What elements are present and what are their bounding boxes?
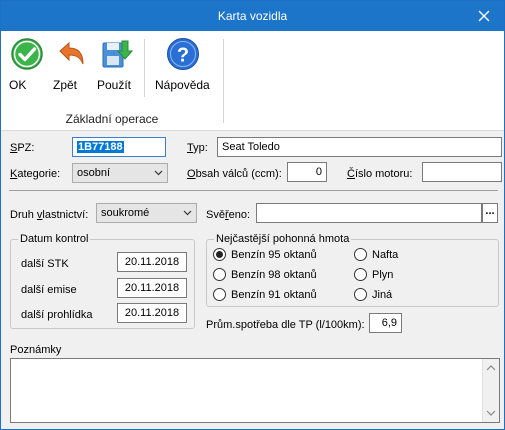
group-separator	[223, 39, 224, 123]
apply-button[interactable]: Použít	[97, 37, 135, 99]
ok-button[interactable]: OK	[9, 37, 45, 99]
fuel-title: Nejčastější pohonná hmota	[214, 233, 352, 245]
chevron-down-icon	[178, 204, 196, 222]
druh-label-text: Druh	[10, 209, 37, 221]
cislo-motoru-label-text: íslo motoru:	[354, 168, 413, 180]
obsah-label-text: bsah válců (ccm):	[195, 168, 282, 180]
back-label: Zpět	[53, 78, 78, 92]
kategorie-label-text: ategorie:	[17, 168, 61, 180]
druh-value: soukromé	[101, 207, 150, 219]
spz-label: SPZ:	[10, 142, 35, 154]
dalsi-stk-input[interactable]: 20.11.2018	[117, 252, 187, 272]
spotreba-label: Prům.spotřeba dle TP (l/100km):	[206, 319, 365, 331]
check-icon	[11, 38, 43, 70]
radio-nafta[interactable]: Nafta	[354, 248, 398, 261]
radio-dot	[354, 288, 367, 301]
save-arrow-icon	[102, 40, 133, 68]
browse-button[interactable]: ...	[482, 203, 498, 223]
typ-label-text: yp:	[193, 142, 208, 154]
kategorie-select[interactable]: osobní	[72, 163, 168, 183]
help-button[interactable]: ? Nápověda	[155, 37, 211, 99]
typ-input[interactable]: Seat Toledo	[217, 137, 502, 157]
kategorie-value: osobní	[77, 167, 111, 179]
vehicle-card-window: Karta vozidla OK Zpět Použít ? Nápověda …	[0, 0, 505, 430]
undo-arrow-icon	[59, 41, 84, 65]
help-icon: ?	[167, 38, 199, 70]
sevreno-label-text: Svě	[206, 209, 225, 221]
radio-dot	[213, 248, 226, 261]
close-button[interactable]	[464, 1, 504, 31]
dalsi-prohlidka-label: další prohlídka	[21, 309, 93, 321]
datum-kontrol-title: Datum kontrol	[18, 233, 91, 245]
druh-label-text2: lastnictví:	[42, 209, 89, 221]
radio-jina-label: Jiná	[372, 288, 393, 301]
kategorie-label: Kategorie:	[10, 168, 61, 180]
scroll-up-icon[interactable]	[483, 362, 499, 374]
radio-benzin-95[interactable]: Benzín 95 oktanů	[213, 248, 317, 261]
cislo-motoru-label: Číslo motoru:	[347, 168, 413, 180]
cislo-motoru-input[interactable]	[422, 162, 502, 182]
divider	[9, 190, 498, 191]
chevron-down-icon	[149, 164, 167, 182]
dalsi-emise-input[interactable]: 20.11.2018	[117, 278, 187, 298]
vertical-scrollbar[interactable]	[482, 359, 499, 422]
spz-value: 1B77188	[77, 141, 124, 153]
poznamky-label: Poznámky	[10, 344, 62, 356]
help-label: Nápověda	[155, 78, 210, 92]
radio-plyn-label: Plyn	[372, 268, 394, 281]
obsah-input[interactable]: 0	[287, 162, 327, 182]
group-label: Základní operace	[65, 112, 159, 126]
radio-plyn[interactable]: Plyn	[354, 268, 393, 281]
dalsi-emise-label: další emise	[21, 284, 77, 296]
druh-label: Druh vlastnictví:	[10, 209, 89, 221]
spz-label-text: PZ:	[17, 142, 35, 154]
radio-dot	[354, 268, 367, 281]
radio-benzin-98-label: Benzín 98 oktanů	[231, 268, 317, 281]
spz-input[interactable]: 1B77188	[72, 137, 166, 157]
obsah-label: Obsah válců (ccm):	[187, 168, 282, 180]
window-title: Karta vozidla	[217, 9, 288, 23]
sevreno-label-text2: eno:	[228, 209, 251, 221]
close-icon	[478, 10, 490, 22]
sevreno-label: Svěřeno:	[206, 209, 251, 221]
radio-benzin-98[interactable]: Benzín 98 oktanů	[213, 268, 317, 281]
radio-benzin-91[interactable]: Benzín 91 oktanů	[213, 288, 317, 301]
radio-benzin-91-label: Benzín 91 oktanů	[231, 288, 317, 301]
radio-benzin-95-label: Benzín 95 oktanů	[231, 248, 317, 261]
druh-select[interactable]: soukromé	[96, 203, 197, 223]
toolbar-separator	[144, 39, 145, 97]
radio-dot	[213, 288, 226, 301]
dalsi-stk-label: další STK	[21, 258, 69, 270]
radio-jina[interactable]: Jiná	[354, 288, 392, 301]
radio-nafta-label: Nafta	[372, 248, 399, 261]
sevreno-input[interactable]	[256, 203, 482, 223]
spotreba-input[interactable]: 6,9	[369, 313, 402, 333]
ok-label: OK	[9, 78, 27, 92]
typ-label: Typ:	[187, 142, 208, 154]
radio-dot	[213, 268, 226, 281]
radio-dot	[354, 248, 367, 261]
apply-label: Použít	[97, 78, 132, 92]
svg-text:?: ?	[177, 45, 189, 67]
title-bar: Karta vozidla	[1, 1, 504, 31]
toolbar-ribbon: OK Zpět Použít ? Nápověda Základní opera…	[1, 31, 504, 131]
back-button[interactable]: Zpět	[53, 37, 89, 99]
dalsi-prohlidka-input[interactable]: 20.11.2018	[117, 303, 187, 323]
scroll-down-icon[interactable]	[483, 407, 499, 419]
poznamky-textarea[interactable]	[10, 358, 500, 423]
